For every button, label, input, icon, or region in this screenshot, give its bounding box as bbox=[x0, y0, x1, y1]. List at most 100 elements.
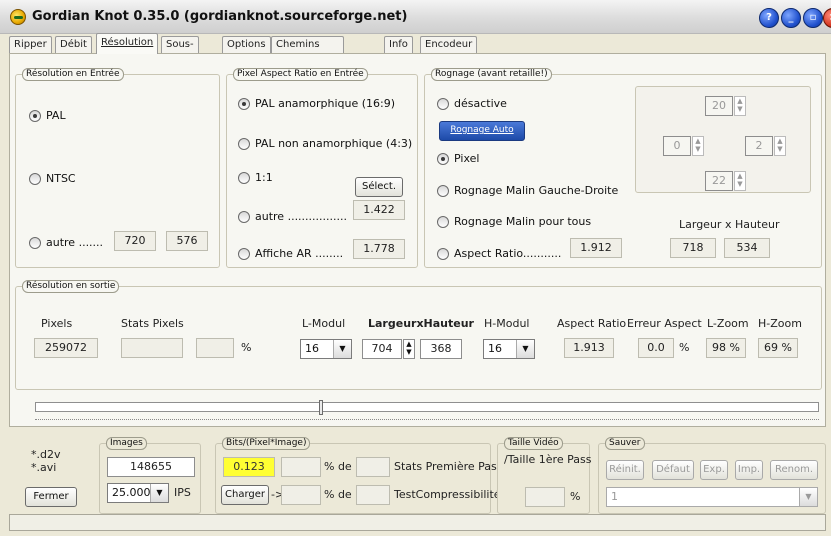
radio-pal-anamorphic[interactable]: PAL anamorphique (16:9) bbox=[238, 97, 395, 110]
import-button[interactable]: Imp. bbox=[735, 460, 763, 480]
tab-sous-titres[interactable]: Sous-Titres bbox=[161, 36, 199, 65]
hmodul-label: H-Modul bbox=[484, 317, 530, 330]
group-label: Images bbox=[106, 437, 147, 450]
input-resolution-group: Résolution en Entrée PAL NTSC autre ....… bbox=[15, 68, 220, 268]
radio-other-par[interactable]: autre ................. bbox=[238, 210, 347, 223]
auto-crop-button[interactable]: Rognage Auto bbox=[439, 121, 525, 141]
tab-ripper[interactable]: Ripper bbox=[9, 36, 52, 53]
images-input[interactable]: 148655 bbox=[107, 457, 195, 477]
radio-label: Rognage Malin pour tous bbox=[454, 215, 592, 228]
chevron-down-icon: ▼ bbox=[799, 488, 817, 506]
group-label: Sauver bbox=[605, 437, 645, 450]
height-input[interactable]: 368 bbox=[420, 339, 462, 359]
lmodul-value: 16 bbox=[305, 342, 319, 355]
width-spinner[interactable]: ▲ ▼ bbox=[403, 339, 415, 359]
pixels-value: 259072 bbox=[34, 338, 98, 358]
radio-pal[interactable]: PAL bbox=[29, 109, 66, 122]
resolution-slider[interactable] bbox=[35, 400, 819, 420]
radio-icon bbox=[437, 215, 449, 228]
radio-icon bbox=[238, 137, 250, 150]
radio-label: 1:1 bbox=[255, 171, 273, 184]
output-resolution-group: Résolution en sortie Pixels Stats Pixels… bbox=[15, 280, 822, 390]
lmodul-label: L-Modul bbox=[302, 317, 346, 330]
aspect-error-label: Erreur Aspect bbox=[627, 317, 702, 330]
help-icon[interactable]: ? bbox=[759, 8, 779, 28]
radio-crop-pixel[interactable]: Pixel bbox=[437, 152, 479, 165]
slider-ticks bbox=[35, 419, 819, 421]
default-button[interactable]: Défaut bbox=[652, 460, 694, 480]
group-label: Rognage (avant retaille!) bbox=[431, 68, 552, 81]
percent-of-label: % de bbox=[324, 460, 352, 473]
first-pass-value bbox=[356, 457, 390, 477]
tab-encodeur[interactable]: Encodeur bbox=[420, 36, 478, 53]
crop-right-input[interactable]: 2 bbox=[745, 136, 773, 156]
radio-label: NTSC bbox=[46, 172, 76, 185]
tab-info[interactable]: Info bbox=[384, 36, 413, 53]
radio-smart-crop-lr[interactable]: Rognage Malin Gauche-Droite bbox=[437, 184, 618, 197]
restore-icon[interactable]: ▫ bbox=[803, 8, 823, 28]
hmodul-select[interactable]: 16 ▼ bbox=[483, 339, 535, 359]
radio-label: PAL bbox=[46, 109, 66, 122]
radio-other-resolution[interactable]: autre ....... bbox=[29, 236, 103, 249]
tab-debit[interactable]: Débit bbox=[55, 36, 92, 53]
close-icon[interactable]: × bbox=[823, 8, 831, 28]
crop-top-spinner[interactable]: ▲ ▼ bbox=[734, 96, 746, 116]
radio-pal-non-anamorphic[interactable]: PAL non anamorphique (4:3) bbox=[238, 137, 412, 150]
tab-options[interactable]: Options bbox=[222, 36, 271, 53]
tab-resolution[interactable]: Résolution bbox=[96, 33, 159, 54]
radio-smart-crop-all[interactable]: Rognage Malin pour tous bbox=[437, 215, 591, 228]
radio-label: PAL non anamorphique (4:3) bbox=[255, 137, 413, 150]
wh-label: LargeurxHauteur bbox=[368, 317, 474, 330]
stats-pixels-value bbox=[121, 338, 183, 358]
export-button[interactable]: Exp. bbox=[700, 460, 728, 480]
crop-width-value: 718 bbox=[670, 238, 716, 258]
compress-percent-value bbox=[281, 485, 321, 505]
radio-label: autre ....... bbox=[46, 236, 104, 249]
crop-group: Rognage (avant retaille!) désactive Rogn… bbox=[424, 68, 822, 268]
radio-icon bbox=[437, 97, 449, 110]
minimize-icon[interactable]: _ bbox=[781, 8, 801, 28]
bpp-value: 0.123 bbox=[223, 457, 275, 477]
preset-value: 1 bbox=[611, 490, 618, 503]
radio-icon bbox=[238, 171, 250, 184]
chevron-down-icon: ▼ bbox=[516, 340, 534, 358]
select-button[interactable]: Sélect. bbox=[355, 177, 403, 197]
group-label: Taille Vidéo bbox=[504, 437, 563, 450]
radio-1-1[interactable]: 1:1 bbox=[238, 171, 273, 184]
images-group: Images 148655 25.000 ▼ IPS bbox=[99, 437, 201, 514]
width-input[interactable]: 704 bbox=[362, 339, 402, 359]
preset-select[interactable]: 1 ▼ bbox=[606, 487, 818, 507]
radio-crop-off[interactable]: désactive bbox=[437, 97, 507, 110]
hmodul-value: 16 bbox=[488, 342, 502, 355]
radio-icon bbox=[29, 172, 41, 185]
crop-ar-value: 1.912 bbox=[570, 238, 622, 258]
aspect-ratio-label: Aspect Ratio bbox=[557, 317, 627, 330]
group-label: Bits/(Pixel*Image) bbox=[222, 437, 311, 450]
bpp-percent-value bbox=[281, 457, 321, 477]
load-button[interactable]: Charger bbox=[221, 485, 269, 505]
fps-select[interactable]: 25.000 ▼ bbox=[107, 483, 169, 503]
radio-ntsc[interactable]: NTSC bbox=[29, 172, 76, 185]
crop-bottom-input[interactable]: 22 bbox=[705, 171, 733, 191]
compress-test-label: TestCompressibilité bbox=[394, 488, 501, 501]
crop-right-spinner[interactable]: ▲ ▼ bbox=[774, 136, 786, 156]
title-bar: Gordian Knot 0.35.0 (gordianknot.sourcef… bbox=[0, 0, 831, 34]
crop-bottom-spinner[interactable]: ▲ ▼ bbox=[734, 171, 746, 191]
reset-button[interactable]: Réinit. bbox=[606, 460, 644, 480]
slider-thumb[interactable] bbox=[319, 400, 323, 415]
crop-left-spinner[interactable]: ▲ ▼ bbox=[692, 136, 704, 156]
radio-icon bbox=[238, 210, 250, 223]
close-button[interactable]: Fermer bbox=[25, 487, 77, 507]
tab-chemins[interactable]: Chemins Programmes bbox=[271, 36, 345, 65]
app-icon bbox=[10, 9, 26, 25]
radio-icon bbox=[437, 184, 449, 197]
rename-button[interactable]: Renom. bbox=[770, 460, 818, 480]
radio-crop-aspect-ratio[interactable]: Aspect Ratio........... bbox=[437, 247, 561, 260]
video-size-group: Taille Vidéo /Taille 1ère Pass % bbox=[497, 437, 591, 514]
radio-label: Pixel bbox=[454, 152, 480, 165]
lmodul-select[interactable]: 16 ▼ bbox=[300, 339, 352, 359]
radio-show-ar[interactable]: Affiche AR ........ bbox=[238, 247, 343, 260]
crop-top-input[interactable]: 20 bbox=[705, 96, 733, 116]
crop-left-input[interactable]: 0 bbox=[663, 136, 691, 156]
video-percent-sign: % bbox=[570, 490, 581, 503]
